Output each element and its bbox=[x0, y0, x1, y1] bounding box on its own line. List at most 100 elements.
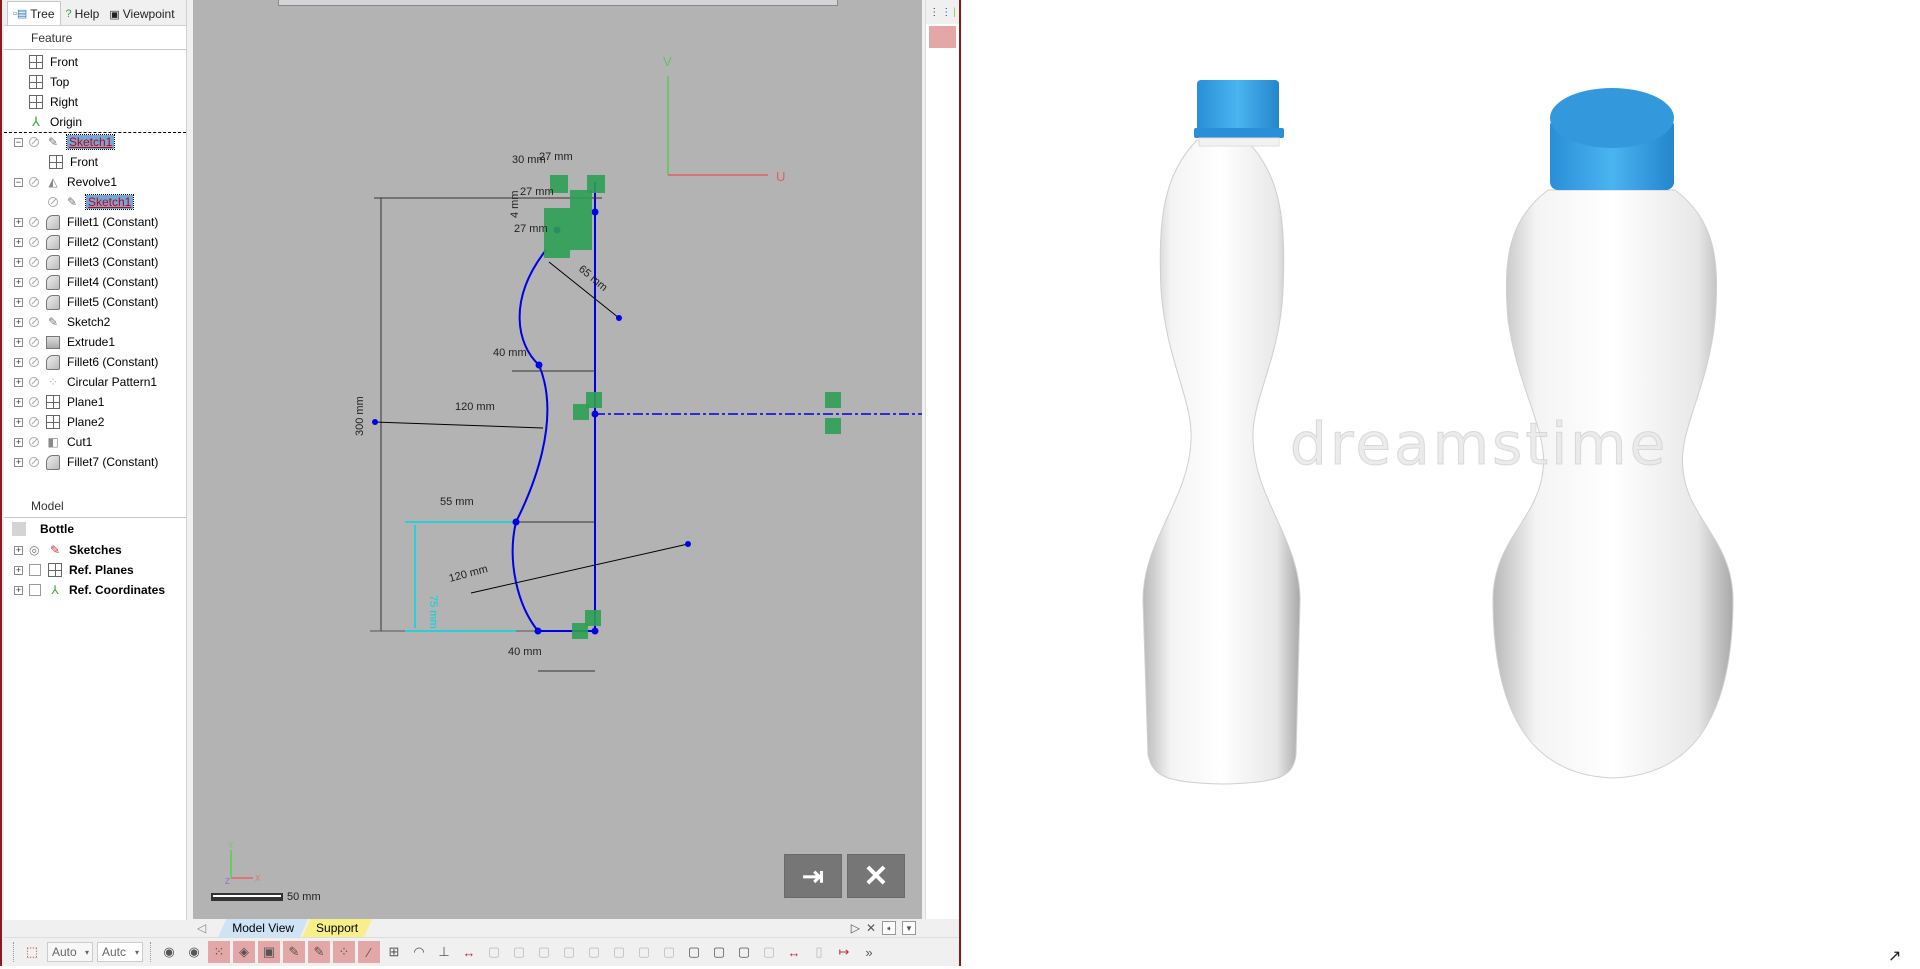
exit-sketch-button[interactable]: ⇥ bbox=[784, 854, 842, 898]
cancel-sketch-button[interactable]: ✕ bbox=[847, 854, 905, 898]
expand-icon[interactable]: + bbox=[14, 437, 23, 447]
side-panel-tab[interactable]: ⋮ ⋮ | bbox=[926, 0, 959, 24]
suppress-icon[interactable] bbox=[29, 177, 39, 187]
expand-icon[interactable]: + bbox=[14, 237, 23, 247]
expand-icon[interactable]: + bbox=[14, 297, 23, 307]
select-7-icon[interactable]: ▢ bbox=[633, 941, 655, 963]
feature-item[interactable]: + Fillet3 (Constant) bbox=[4, 252, 186, 272]
suppress-icon[interactable] bbox=[29, 337, 39, 347]
feature-item[interactable]: − ◭ Revolve1 bbox=[4, 172, 186, 192]
select-5-icon[interactable]: ▢ bbox=[583, 941, 605, 963]
tab-viewpoint[interactable]: ▣ Viewpoint bbox=[104, 3, 179, 25]
collapse-icon[interactable]: − bbox=[14, 137, 23, 147]
feature-item[interactable]: Front bbox=[4, 52, 186, 72]
feature-item[interactable]: ⅄ Origin bbox=[4, 112, 186, 132]
suppress-icon[interactable] bbox=[29, 417, 39, 427]
grid-view-icon[interactable]: ⁙ bbox=[208, 941, 230, 963]
expand-icon[interactable]: + bbox=[14, 357, 23, 367]
dots-view-icon[interactable]: ⁘ bbox=[333, 941, 355, 963]
box-view-icon[interactable]: ▣ bbox=[258, 941, 280, 963]
suppress-icon[interactable] bbox=[29, 317, 39, 327]
expand-icon[interactable]: + bbox=[14, 277, 23, 287]
suppress-icon[interactable] bbox=[29, 297, 39, 307]
scroll-right-icon[interactable]: ▷ bbox=[851, 921, 860, 935]
feature-item[interactable]: + ◧ Cut1 bbox=[4, 432, 186, 452]
visibility-icon[interactable]: ◎ bbox=[29, 543, 41, 557]
select-12-icon[interactable]: ▢ bbox=[758, 941, 780, 963]
auto-select-1[interactable]: Auto ▾ bbox=[47, 942, 93, 962]
copy-icon[interactable]: ▯ bbox=[808, 941, 830, 963]
expand-icon[interactable]: + bbox=[14, 545, 23, 555]
line-view-icon[interactable]: ⁄ bbox=[358, 941, 380, 963]
close-tab-icon[interactable]: ✕ bbox=[866, 921, 876, 935]
curve-view-icon[interactable]: ◠ bbox=[408, 941, 430, 963]
expand-icon[interactable]: + bbox=[14, 317, 23, 327]
feature-item[interactable]: + ✎ Sketch2 bbox=[4, 312, 186, 332]
select-4-icon[interactable]: ▢ bbox=[558, 941, 580, 963]
sketch-canvas[interactable]: VU30 mm27 mm27 mm4 mm27 mm65 mm40 mm120 … bbox=[193, 0, 922, 919]
suppress-icon[interactable] bbox=[29, 217, 39, 227]
expand-icon[interactable]: + bbox=[14, 457, 23, 467]
expand-icon[interactable]: + bbox=[14, 417, 23, 427]
suppress-icon[interactable] bbox=[29, 377, 39, 387]
select-6-icon[interactable]: ▢ bbox=[608, 941, 630, 963]
feature-item[interactable]: + Fillet7 (Constant) bbox=[4, 452, 186, 472]
feature-item[interactable]: + Fillet4 (Constant) bbox=[4, 272, 186, 292]
select-10-icon[interactable]: ▢ bbox=[708, 941, 730, 963]
feature-item[interactable]: Top bbox=[4, 72, 186, 92]
view-icon[interactable]: ◉ bbox=[158, 941, 180, 963]
select-2-icon[interactable]: ▢ bbox=[508, 941, 530, 963]
tab-tree[interactable]: ▫▤ Tree bbox=[7, 1, 61, 25]
feature-item[interactable]: + ⁘ Circular Pattern1 bbox=[4, 372, 186, 392]
select-8-icon[interactable]: ▢ bbox=[658, 941, 680, 963]
point-view-icon[interactable]: ◈ bbox=[233, 941, 255, 963]
expand-icon[interactable]: + bbox=[14, 565, 23, 575]
auto-select-2[interactable]: Autc ▾ bbox=[97, 942, 143, 962]
feature-item[interactable]: Front bbox=[4, 152, 186, 172]
suppress-icon[interactable] bbox=[29, 137, 39, 147]
expand-icon[interactable]: + bbox=[14, 585, 23, 595]
feature-item[interactable]: + Extrude1 bbox=[4, 332, 186, 352]
tab-model-view[interactable]: Model View bbox=[218, 919, 308, 937]
suppress-icon[interactable] bbox=[29, 457, 39, 467]
select-11-icon[interactable]: ▢ bbox=[733, 941, 755, 963]
scroll-left-icon[interactable]: ◁ bbox=[193, 921, 206, 935]
select-9-icon[interactable]: ▢ bbox=[683, 941, 705, 963]
feature-item[interactable]: − ✎ Sketch1 bbox=[4, 132, 186, 152]
view-color-icon[interactable]: ◉ bbox=[183, 941, 205, 963]
axis-view-icon[interactable]: ⊥ bbox=[433, 941, 455, 963]
model-item[interactable]: + Ref. Planes bbox=[4, 560, 186, 580]
feature-item[interactable]: + Fillet1 (Constant) bbox=[4, 212, 186, 232]
suppress-icon[interactable] bbox=[29, 277, 39, 287]
model-item[interactable]: + ⅄ Ref. Coordinates bbox=[4, 580, 186, 600]
feature-item[interactable]: Right bbox=[4, 92, 186, 112]
expand-icon[interactable]: + bbox=[14, 397, 23, 407]
select-1-icon[interactable]: ▢ bbox=[483, 941, 505, 963]
sketch-view-2-icon[interactable]: ✎ bbox=[308, 941, 330, 963]
suppress-icon[interactable] bbox=[29, 237, 39, 247]
measure-select-icon[interactable]: ↔ bbox=[783, 941, 805, 963]
model-item[interactable]: + ◎ ✎ Sketches bbox=[4, 540, 186, 560]
rollback-bar[interactable] bbox=[4, 132, 186, 133]
suppress-icon[interactable] bbox=[29, 437, 39, 447]
select-3-icon[interactable]: ▢ bbox=[533, 941, 555, 963]
expand-icon[interactable]: + bbox=[14, 377, 23, 387]
tab-help[interactable]: ? Help bbox=[61, 3, 105, 25]
suppress-icon[interactable] bbox=[48, 197, 58, 207]
expand-icon[interactable]: + bbox=[14, 217, 23, 227]
feature-item[interactable]: ✎ Sketch1 bbox=[4, 192, 186, 212]
plane-view-icon[interactable]: ⊞ bbox=[383, 941, 405, 963]
collapse-icon[interactable]: − bbox=[14, 177, 23, 187]
model-root[interactable]: Bottle bbox=[4, 518, 186, 540]
expand-all-button[interactable] bbox=[929, 26, 956, 48]
resize-icon[interactable]: ↗ bbox=[1888, 946, 1901, 966]
expand-icon[interactable]: + bbox=[14, 257, 23, 267]
tab-menu-icon[interactable]: ▼ bbox=[902, 921, 916, 935]
feature-item[interactable]: + Fillet2 (Constant) bbox=[4, 232, 186, 252]
visibility-checkbox[interactable] bbox=[29, 564, 41, 576]
feature-item[interactable]: + Fillet5 (Constant) bbox=[4, 292, 186, 312]
measure-icon[interactable]: ↦ bbox=[833, 941, 855, 963]
feature-item[interactable]: + Fillet6 (Constant) bbox=[4, 352, 186, 372]
sketch-view-icon[interactable]: ✎ bbox=[283, 941, 305, 963]
suppress-icon[interactable] bbox=[29, 357, 39, 367]
